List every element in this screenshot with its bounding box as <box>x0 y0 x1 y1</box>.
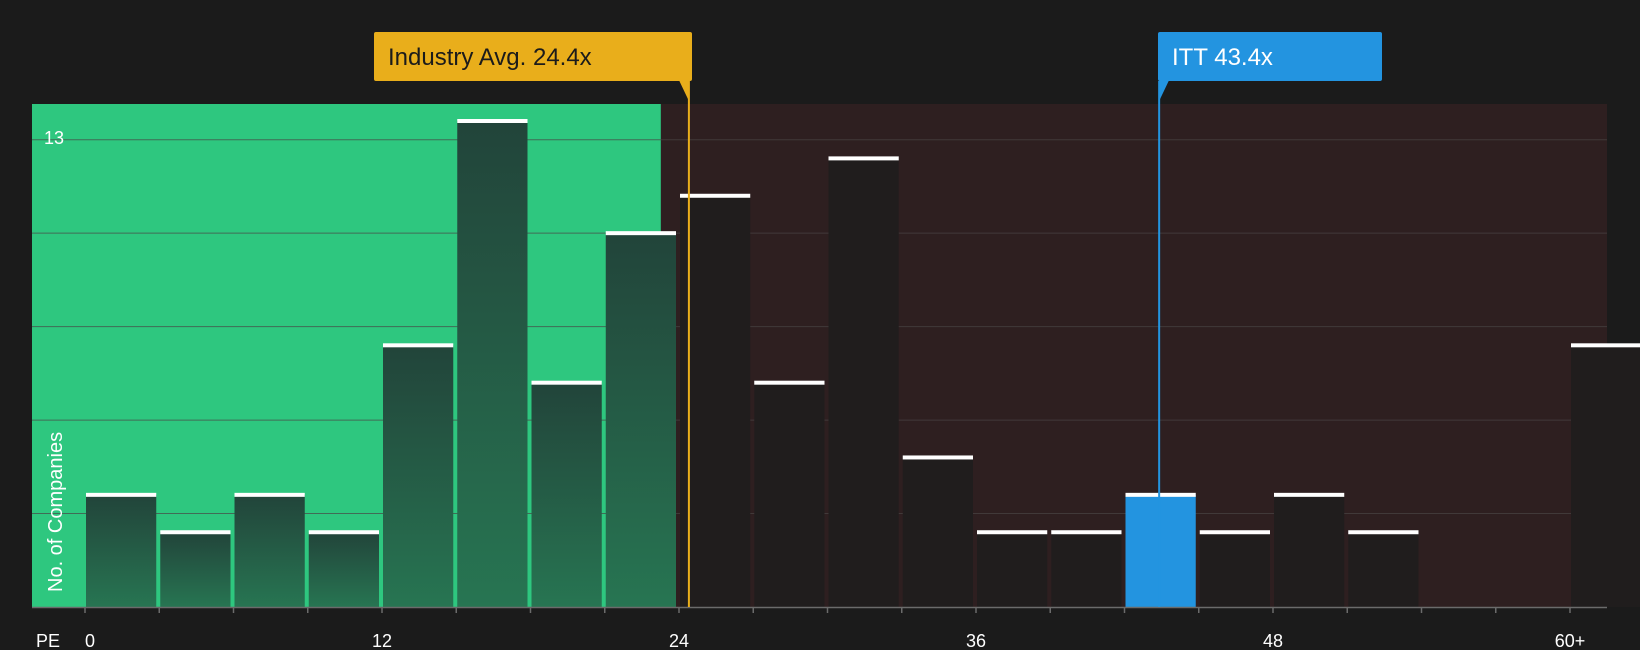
bar-cap <box>234 492 305 497</box>
bar-cap <box>1051 530 1122 535</box>
x-tick-label: 48 <box>1263 631 1283 650</box>
y-axis-label: No. of Companies <box>45 432 67 592</box>
bar-cap <box>605 231 676 236</box>
bar-cap <box>86 492 157 497</box>
bar-cap <box>308 530 379 535</box>
bar-cap <box>1199 530 1270 535</box>
histogram-bar <box>1571 345 1640 607</box>
y-max-label: 13 <box>44 128 64 148</box>
bar-cap <box>383 343 454 348</box>
histogram-bar <box>1199 532 1270 607</box>
industry-average-label: Industry Avg. 24.4x <box>388 44 592 71</box>
histogram-bar <box>680 195 751 607</box>
histogram-bar <box>308 532 379 607</box>
company-label: ITT 43.4x <box>1172 44 1273 71</box>
histogram-bar <box>234 494 305 607</box>
histogram-bar <box>605 233 676 607</box>
bar-cap <box>828 156 899 161</box>
x-tick-label: 12 <box>372 631 392 650</box>
pe-distribution-chart: 0 12 24 36 48 60+ Industry Avg. 24.4x ITT 43.4… <box>0 0 1640 650</box>
x-tick-label: 36 <box>966 631 986 650</box>
bar-cap <box>1348 530 1419 535</box>
bar-cap <box>754 380 825 385</box>
bar-cap <box>160 530 231 535</box>
histogram-bar <box>977 532 1048 607</box>
bar-cap <box>902 455 973 460</box>
x-tick-label: 24 <box>669 631 689 650</box>
histogram-bar <box>160 532 231 607</box>
bar-cap <box>680 193 751 198</box>
histogram-bar <box>457 121 528 607</box>
bar-cap <box>1571 343 1640 348</box>
x-axis-label: PE <box>36 631 60 650</box>
x-tick-label: 0 <box>85 631 95 650</box>
histogram-bar <box>1274 494 1345 607</box>
bar-cap <box>1274 492 1345 497</box>
bar-cap <box>457 119 528 123</box>
bar-cap <box>977 530 1048 535</box>
histogram-bar <box>828 158 899 607</box>
histogram-bar <box>1051 532 1122 607</box>
bar-cap <box>1125 492 1196 497</box>
histogram-bar <box>902 457 973 607</box>
histogram-bar <box>86 494 157 607</box>
histogram-bar <box>383 345 454 607</box>
company-bar <box>1125 494 1196 607</box>
histogram-bar <box>1348 532 1419 607</box>
x-tick-label: 60+ <box>1555 631 1586 650</box>
histogram-bar <box>754 382 825 607</box>
histogram-bar <box>531 382 602 607</box>
bar-cap <box>531 380 602 385</box>
